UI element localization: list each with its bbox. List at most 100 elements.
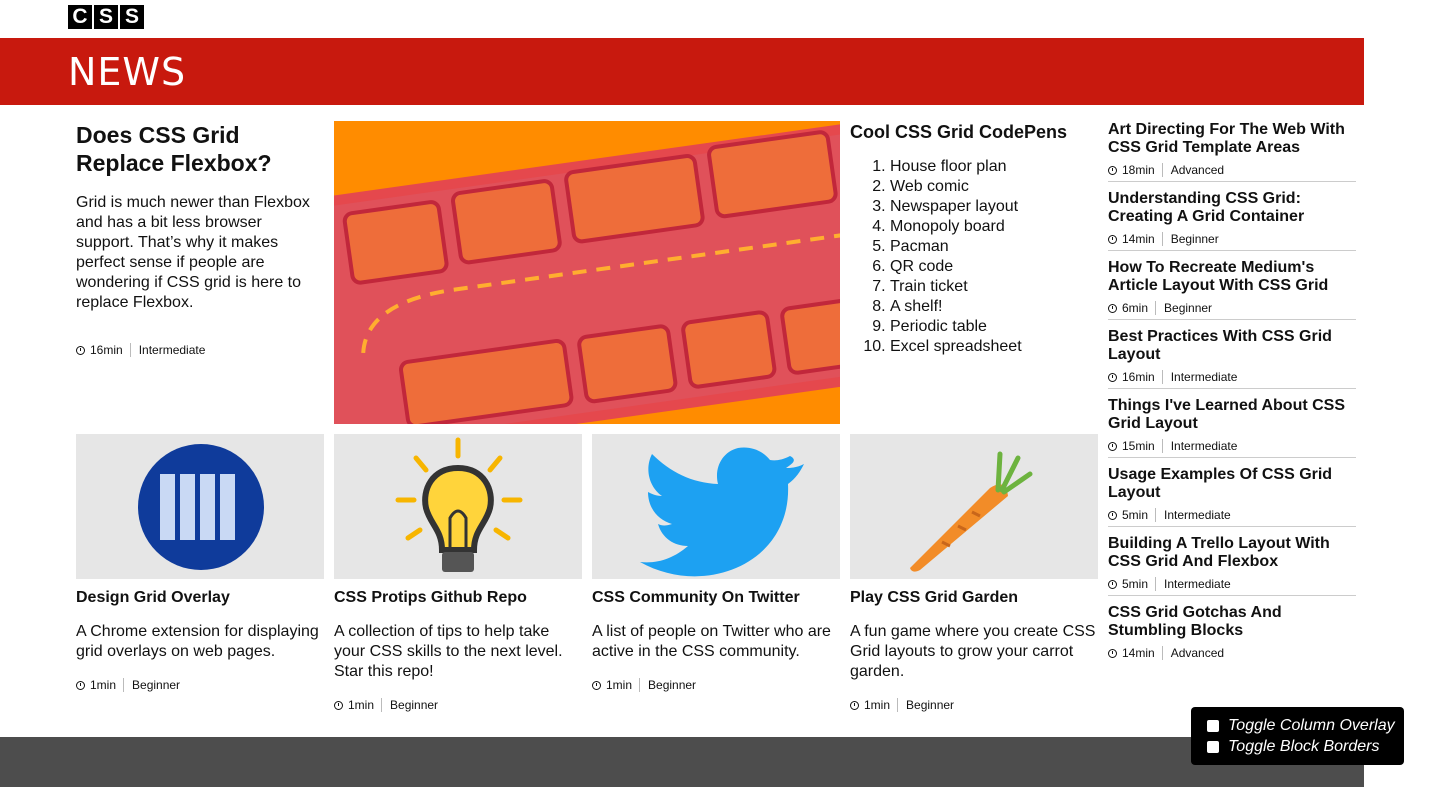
resource-card[interactable]: CSS Community On Twitter A list of peopl… xyxy=(592,434,840,692)
codepen-item[interactable]: Monopoly board xyxy=(890,217,1090,237)
toggle-block-borders[interactable]: Toggle Block Borders xyxy=(1207,738,1380,756)
clock-icon xyxy=(592,680,601,690)
resource-card[interactable]: Play CSS Grid Garden A fun game where yo… xyxy=(850,434,1098,712)
card-title[interactable]: CSS Community On Twitter xyxy=(592,588,840,608)
duration: 1min xyxy=(348,698,383,712)
sidebar-article-title[interactable]: Art Directing For The Web With CSS Grid … xyxy=(1108,121,1356,157)
duration: 1min xyxy=(606,678,641,692)
clock-icon xyxy=(1108,441,1117,451)
toggle-column-overlay[interactable]: Toggle Column Overlay xyxy=(1207,717,1395,735)
resource-card[interactable]: CSS Protips Github Repo A collection of … xyxy=(334,434,582,712)
card-body: A collection of tips to help take your C… xyxy=(334,623,563,680)
article-meta: 15min Intermediate xyxy=(1108,439,1356,453)
article-meta: 16min Intermediate xyxy=(1108,370,1356,384)
sidebar-article[interactable]: Things I've Learned About CSS Grid Layou… xyxy=(1108,397,1356,458)
clock-icon xyxy=(1108,510,1117,520)
duration: 15min xyxy=(1122,439,1163,453)
lead-article[interactable]: Does CSS Grid Replace Flexbox? Grid is m… xyxy=(76,121,322,357)
lead-body: Grid is much newer than Flexbox and has … xyxy=(76,194,310,311)
sidebar-article-title[interactable]: Usage Examples Of CSS Grid Layout xyxy=(1108,466,1356,502)
sidebar-article[interactable]: Art Directing For The Web With CSS Grid … xyxy=(1108,121,1356,182)
codepen-item[interactable]: Train ticket xyxy=(890,277,1090,297)
grid-overlay-icon xyxy=(138,444,264,570)
sidebar-article-title[interactable]: Best Practices With CSS Grid Layout xyxy=(1108,328,1356,364)
level: Beginner xyxy=(648,678,697,692)
card-body: A list of people on Twitter who are acti… xyxy=(592,623,831,660)
clock-icon xyxy=(1108,648,1117,658)
banner-title: NEWS xyxy=(68,50,187,94)
sidebar-article-title[interactable]: How To Recreate Medium's Article Layout … xyxy=(1108,259,1356,295)
duration: 16min xyxy=(1122,370,1163,384)
article-meta: 18min Advanced xyxy=(1108,163,1356,177)
article-meta: 14min Advanced xyxy=(1108,646,1356,660)
toggle-label: Toggle Block Borders xyxy=(1228,738,1380,755)
card-title[interactable]: Design Grid Overlay xyxy=(76,588,324,608)
duration: 14min xyxy=(1122,646,1163,660)
codepens-list: Cool CSS Grid CodePens House floor plan … xyxy=(850,121,1090,357)
level: Intermediate xyxy=(1164,577,1231,591)
carrot-icon xyxy=(910,451,1033,572)
codepen-item[interactable]: QR code xyxy=(890,257,1090,277)
lead-title[interactable]: Does CSS Grid Replace Flexbox? xyxy=(76,121,322,177)
card-thumbnail[interactable] xyxy=(592,434,840,579)
level: Beginner xyxy=(1164,301,1213,315)
clock-icon xyxy=(850,700,859,710)
sidebar-article-title[interactable]: Things I've Learned About CSS Grid Layou… xyxy=(1108,397,1356,433)
article-meta: 5min Intermediate xyxy=(1108,508,1356,522)
sidebar-article[interactable]: Building A Trello Layout With CSS Grid A… xyxy=(1108,535,1356,596)
site-logo[interactable]: C S S xyxy=(68,5,144,29)
card-thumbnail[interactable] xyxy=(76,434,324,579)
article-meta: 5min Intermediate xyxy=(1108,577,1356,591)
clock-icon xyxy=(1108,303,1117,313)
codepen-item[interactable]: Excel spreadsheet xyxy=(890,337,1090,357)
duration: 5min xyxy=(1122,577,1157,591)
duration: 16min xyxy=(90,343,131,357)
article-meta: 6min Beginner xyxy=(1108,301,1356,315)
article-meta: 1min Beginner xyxy=(334,698,582,712)
duration: 6min xyxy=(1122,301,1157,315)
sidebar-article[interactable]: Best Practices With CSS Grid Layout 16mi… xyxy=(1108,328,1356,389)
card-thumbnail[interactable] xyxy=(850,434,1098,579)
article-meta: 16min Intermediate xyxy=(76,343,322,357)
logo-letter: S xyxy=(94,5,118,29)
level: Beginner xyxy=(906,698,955,712)
clock-icon xyxy=(334,700,343,710)
level: Intermediate xyxy=(1170,439,1238,453)
duration: 18min xyxy=(1122,163,1163,177)
card-thumbnail[interactable] xyxy=(334,434,582,579)
clock-icon xyxy=(76,345,85,355)
lightbulb-icon xyxy=(395,437,523,572)
level: Intermediate xyxy=(1170,370,1238,384)
column-overlay-checkbox[interactable] xyxy=(1207,720,1219,732)
sidebar-article[interactable]: Understanding CSS Grid: Creating A Grid … xyxy=(1108,190,1356,251)
sidebar-article[interactable]: CSS Grid Gotchas And Stumbling Blocks 14… xyxy=(1108,604,1356,665)
card-title[interactable]: Play CSS Grid Garden xyxy=(850,588,1098,608)
card-body: A fun game where you create CSS Grid lay… xyxy=(850,623,1096,680)
article-meta: 1min Beginner xyxy=(592,678,840,692)
codepen-item[interactable]: Periodic table xyxy=(890,317,1090,337)
duration: 1min xyxy=(90,678,125,692)
sidebar-article-title[interactable]: CSS Grid Gotchas And Stumbling Blocks xyxy=(1108,604,1356,640)
clock-icon xyxy=(1108,579,1117,589)
duration: 1min xyxy=(864,698,899,712)
block-borders-checkbox[interactable] xyxy=(1207,741,1219,753)
duration: 14min xyxy=(1122,232,1163,246)
level: Beginner xyxy=(390,698,439,712)
sidebar-article-title[interactable]: Understanding CSS Grid: Creating A Grid … xyxy=(1108,190,1356,226)
codepen-item[interactable]: A shelf! xyxy=(890,297,1090,317)
article-meta: 14min Beginner xyxy=(1108,232,1356,246)
level: Beginner xyxy=(1170,232,1219,246)
codepens-title: Cool CSS Grid CodePens xyxy=(850,122,1068,142)
sidebar-article[interactable]: Usage Examples Of CSS Grid Layout 5min In… xyxy=(1108,466,1356,527)
hero-image-grid-illustration[interactable] xyxy=(334,121,840,424)
codepen-item[interactable]: Newspaper layout xyxy=(890,197,1090,217)
sidebar-article-title[interactable]: Building A Trello Layout With CSS Grid A… xyxy=(1108,535,1356,571)
resource-card[interactable]: Design Grid Overlay A Chrome extension f… xyxy=(76,434,324,692)
sidebar-article[interactable]: How To Recreate Medium's Article Layout … xyxy=(1108,259,1356,320)
codepen-item[interactable]: Pacman xyxy=(890,237,1090,257)
clock-icon xyxy=(1108,165,1117,175)
level: Intermediate xyxy=(138,343,206,357)
card-title[interactable]: CSS Protips Github Repo xyxy=(334,588,582,608)
codepen-item[interactable]: Web comic xyxy=(890,177,1090,197)
codepen-item[interactable]: House floor plan xyxy=(890,157,1090,177)
